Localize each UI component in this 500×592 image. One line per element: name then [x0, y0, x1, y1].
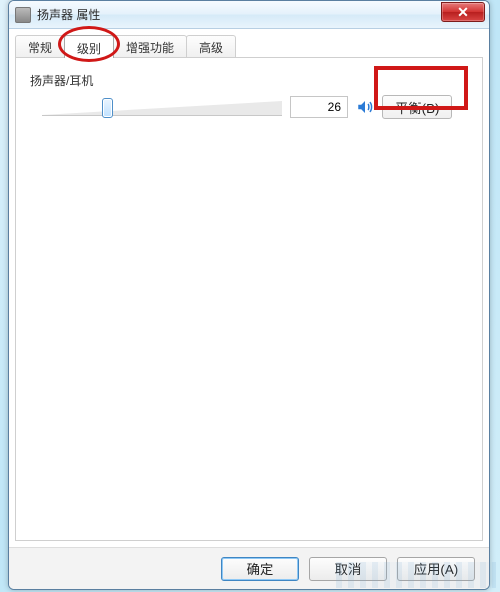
slider-thumb[interactable] [102, 98, 113, 118]
volume-row: 平衡(B) [30, 95, 468, 119]
window-title: 扬声器 属性 [37, 6, 441, 23]
ok-button[interactable]: 确定 [221, 557, 299, 581]
tab-level[interactable]: 级别 [64, 35, 114, 58]
tab-panel-wrap: 扬声器/耳机 平衡(B) [9, 57, 489, 547]
close-icon: ✕ [457, 5, 469, 19]
tab-enhancements[interactable]: 增强功能 [113, 35, 187, 57]
dialog-window: 扬声器 属性 ✕ 常规 级别 增强功能 高级 扬声器/耳机 [8, 0, 490, 590]
tab-strip: 常规 级别 增强功能 高级 [9, 29, 489, 57]
app-icon [15, 7, 31, 23]
cancel-button[interactable]: 取消 [309, 557, 387, 581]
tab-advanced[interactable]: 高级 [186, 35, 236, 57]
slider-track-shape [42, 101, 282, 115]
section-label-speaker: 扬声器/耳机 [30, 72, 468, 89]
titlebar: 扬声器 属性 ✕ [9, 1, 489, 29]
tab-general[interactable]: 常规 [15, 35, 65, 57]
volume-slider[interactable] [42, 95, 282, 119]
mute-toggle[interactable] [356, 98, 374, 116]
volume-value-field[interactable] [290, 96, 348, 118]
balance-button[interactable]: 平衡(B) [382, 95, 452, 119]
apply-button[interactable]: 应用(A) [397, 557, 475, 581]
dialog-button-row: 确定 取消 应用(A) [9, 547, 489, 589]
speaker-icon [356, 98, 374, 116]
close-button[interactable]: ✕ [441, 2, 485, 22]
tab-panel-level: 扬声器/耳机 平衡(B) [15, 57, 483, 541]
